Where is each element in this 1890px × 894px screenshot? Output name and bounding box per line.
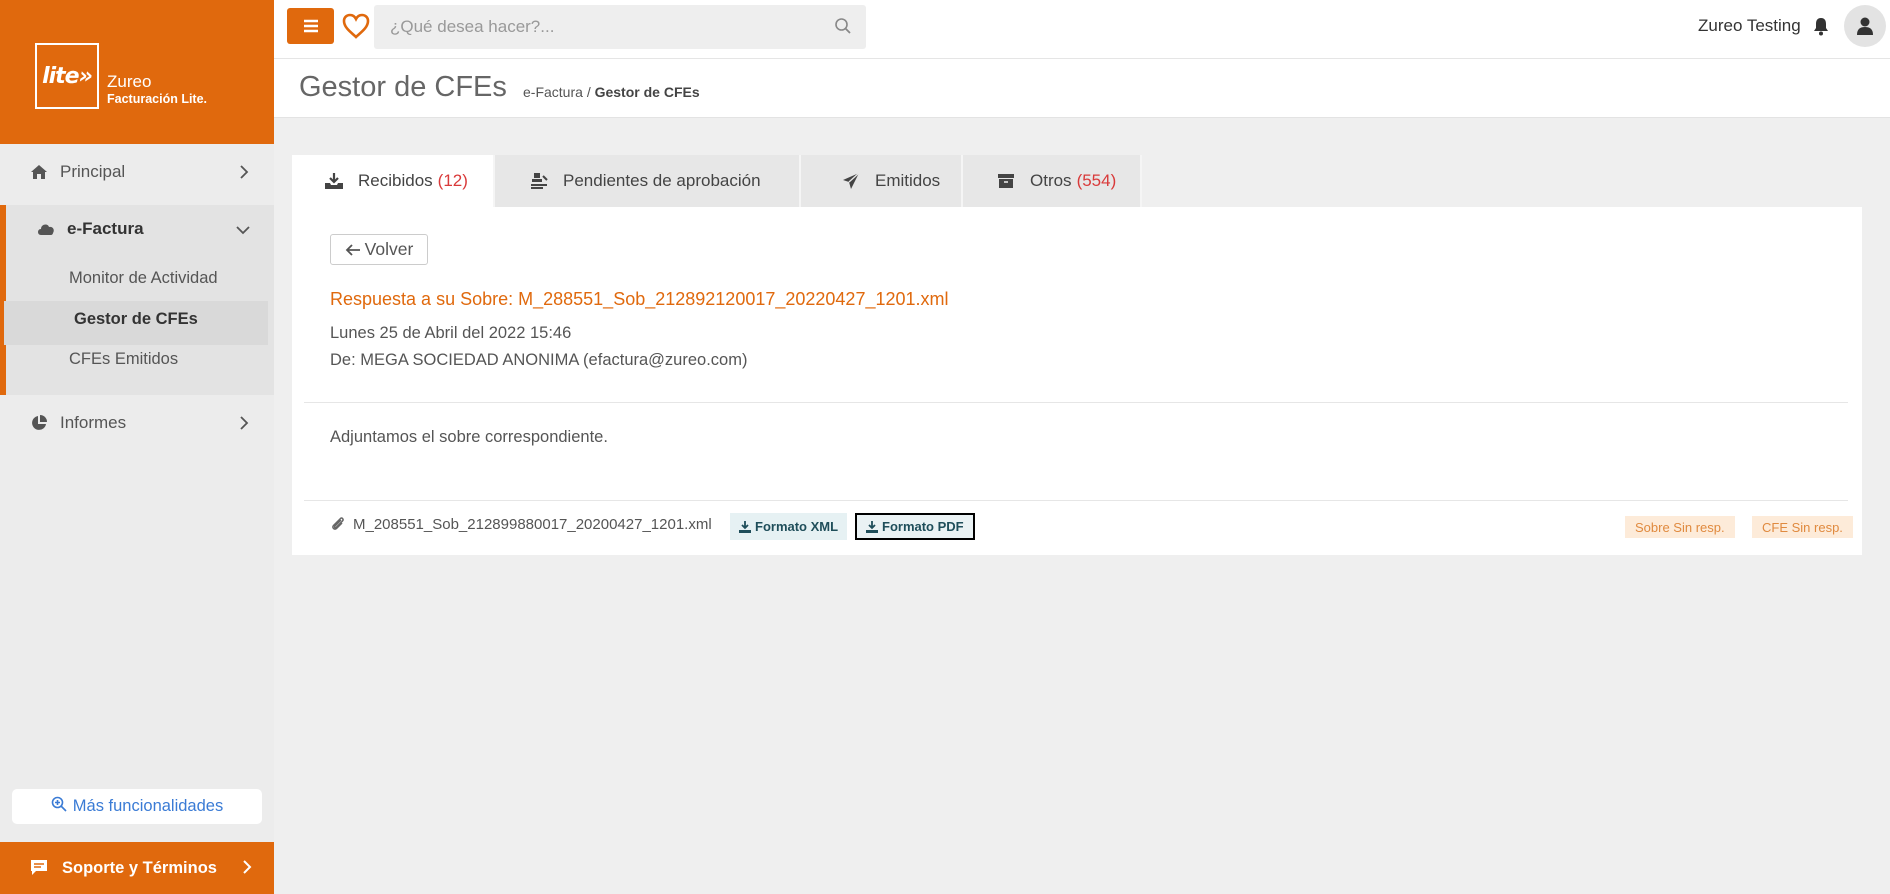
paperclip-icon — [330, 515, 346, 533]
tab-recibidos[interactable]: Recibidos (12) — [292, 155, 495, 207]
tab-count: (12) — [437, 171, 468, 190]
tab-emitidos[interactable]: Emitidos — [801, 155, 963, 207]
download-icon — [739, 520, 751, 533]
lite-logo[interactable]: lite» — [35, 43, 99, 109]
menu-toggle-button[interactable] — [287, 8, 334, 44]
search-input[interactable] — [374, 5, 866, 49]
stamp-icon — [529, 171, 549, 191]
arrow-left-icon — [345, 243, 360, 256]
paper-plane-icon — [841, 171, 861, 191]
chevron-down-icon — [236, 222, 252, 238]
favorites-button[interactable] — [340, 10, 372, 42]
heart-icon — [342, 13, 370, 39]
breadcrumb-parent-link[interactable]: e-Factura — [523, 84, 583, 100]
topbar: Zureo Testing — [274, 0, 1890, 59]
download-pdf-button[interactable]: Formato PDF — [855, 513, 975, 540]
brand-header: lite» Zureo Facturación Lite. — [0, 0, 274, 144]
sidebar-item-label: Principal — [60, 162, 126, 181]
chevron-right-icon — [242, 860, 252, 879]
sidebar-item-label: e-Factura — [67, 219, 144, 238]
back-button-label: Volver — [364, 239, 414, 259]
message-body: Adjuntamos el sobre correspondiente. — [330, 428, 608, 446]
sidebar-item-efactura[interactable]: e-Factura — [6, 205, 274, 255]
breadcrumb-separator: / — [586, 84, 591, 100]
home-icon — [30, 163, 48, 181]
zoom-in-icon — [51, 796, 67, 817]
tab-label: Pendientes de aprobación — [563, 171, 761, 190]
user-avatar-button[interactable] — [1844, 5, 1886, 47]
sidebar-subitem-emitidos[interactable]: CFEs Emitidos — [69, 350, 178, 369]
divider — [304, 402, 1848, 403]
brand-name: Zureo — [107, 72, 152, 91]
download-pdf-label: Formato PDF — [882, 519, 964, 534]
page-header: Gestor de CFEs e-Factura / Gestor de CFE… — [274, 59, 1890, 118]
tab-label: Otros — [1030, 171, 1072, 190]
tab-label: Emitidos — [875, 171, 941, 190]
cloud-icon — [36, 221, 56, 239]
sidebar-group-efactura: e-Factura Monitor de Actividad Gestor de… — [0, 205, 274, 395]
sidebar-subitem-gestor[interactable]: Gestor de CFEs — [74, 310, 198, 329]
support-terms-button[interactable]: Soporte y Términos — [0, 842, 274, 894]
message-subject: Respuesta a su Sobre: M_288551_Sob_21289… — [330, 289, 949, 309]
chevron-right-icon — [236, 415, 252, 431]
tab-pendientes[interactable]: Pendientes de aprobación — [495, 155, 801, 207]
pie-chart-icon — [30, 414, 48, 432]
download-icon — [866, 520, 878, 533]
tab-otros[interactable]: Otros (554) — [963, 155, 1142, 207]
sidebar: lite» Zureo Facturación Lite. Principal … — [0, 0, 274, 894]
support-label: Soporte y Términos — [62, 858, 217, 877]
back-button[interactable]: Volver — [330, 234, 428, 265]
chevron-right-icon — [236, 164, 252, 180]
user-name[interactable]: Zureo Testing — [1698, 16, 1801, 36]
sidebar-item-principal[interactable]: Principal — [0, 144, 274, 200]
bell-icon[interactable] — [1812, 16, 1832, 36]
message-sender: De: MEGA SOCIEDAD ANONIMA (efactura@zure… — [330, 351, 748, 369]
more-features-label: Más funcionalidades — [72, 797, 224, 815]
breadcrumb-current: Gestor de CFEs — [594, 84, 700, 100]
more-features-button[interactable]: Más funcionalidades — [12, 789, 262, 824]
search-icon[interactable] — [834, 17, 852, 35]
hamburger-icon — [303, 19, 318, 33]
sidebar-subitem-monitor[interactable]: Monitor de Actividad — [69, 269, 218, 288]
brand-subtitle: Facturación Lite. — [107, 92, 208, 106]
attachment-filename[interactable]: M_208551_Sob_212899880017_20200427_1201.… — [353, 516, 712, 533]
comment-icon — [30, 859, 48, 881]
status-badge-cfe: CFE Sin resp. — [1752, 516, 1853, 538]
download-xml-label: Formato XML — [755, 519, 839, 534]
status-badge-sobre: Sobre Sin resp. — [1625, 516, 1735, 538]
message-date: Lunes 25 de Abril del 2022 15:46 — [330, 324, 572, 342]
divider — [304, 500, 1848, 501]
download-xml-button[interactable]: Formato XML — [730, 513, 848, 540]
sidebar-item-informes[interactable]: Informes — [0, 395, 274, 451]
tab-label: Recibidos — [358, 171, 433, 190]
archive-icon — [996, 171, 1016, 191]
sidebar-item-label: Informes — [60, 413, 127, 432]
user-icon — [1857, 17, 1873, 35]
cfe-tabs: Recibidos (12) Pendientes de aprobación … — [292, 155, 1142, 207]
inbox-download-icon — [324, 171, 344, 191]
tab-count: (554) — [1076, 171, 1117, 190]
message-detail-card: Volver Respuesta a su Sobre: M_288551_So… — [292, 207, 1862, 555]
breadcrumb: e-Factura / Gestor de CFEs — [523, 84, 700, 100]
page-title: Gestor de CFEs — [299, 71, 507, 103]
